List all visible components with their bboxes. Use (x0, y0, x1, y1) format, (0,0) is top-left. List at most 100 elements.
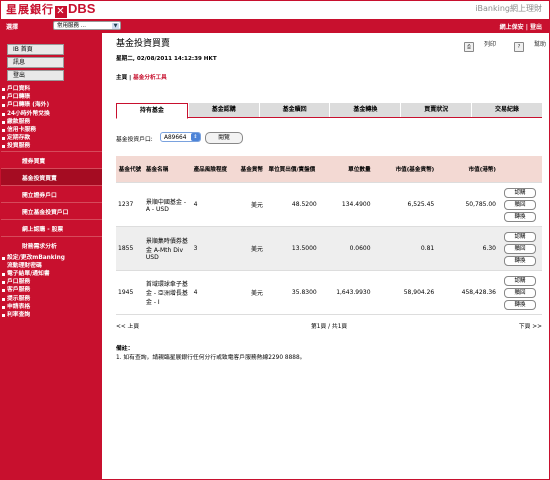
dbs-x-icon: ✕ (55, 6, 67, 18)
bullet-icon (2, 305, 5, 309)
logout-button[interactable]: 登出 (7, 70, 64, 81)
fund-risk: 4 (191, 270, 236, 315)
printer-icon: ⎙ (464, 42, 475, 52)
submenu-open-fund[interactable]: 開立基金投資戶口 (0, 202, 102, 220)
help-icon: ? (513, 42, 524, 52)
fund-price: 48.5200 (265, 182, 319, 227)
menu-item-investment[interactable]: 投資服務 (0, 142, 102, 150)
note-item: 1. 如有查詢，請親臨星展銀行任何分行或致電客戶服務熱線2290 8888。 (116, 355, 306, 361)
fund-mv-ccy: 58,904.26 (372, 270, 437, 315)
menu-item-accounts[interactable]: 戶口資料 (0, 85, 102, 93)
submenu-ipo[interactable]: 網上認購 - 股票 (0, 219, 102, 237)
submenu-open-securities[interactable]: 開立證券戶口 (0, 184, 102, 203)
submenu-fund-trading[interactable]: 基金投資買賣 (0, 167, 102, 185)
fund-units: 1,643.9930 (318, 270, 373, 315)
bullet-icon (2, 145, 5, 149)
menu-item-overseas-transfer[interactable]: 戶口轉賬 (海外) (0, 101, 102, 109)
col-price: 單位買出價/賣盤價 (265, 156, 319, 183)
menu-item-estatement[interactable]: 電子結單/通知書 (0, 270, 102, 278)
table-row: 1237 景順中國基金 - A - USD 4 美元 48.5200 134.4… (116, 182, 542, 227)
bullet-icon (2, 313, 5, 317)
col-mv-ccy: 市值(基金貨幣) (372, 156, 437, 183)
subscribe-button[interactable]: 認購 (504, 275, 536, 286)
ib-home-button[interactable]: IB 首頁 (7, 44, 64, 55)
fund-tabs: 持有基金 基金認購 基金贖回 基金轉換 買賣狀況 交易紀錄 (116, 103, 542, 119)
subscribe-button[interactable]: 認購 (504, 187, 536, 198)
menu-item-credit-card[interactable]: 信用卡服務 (0, 126, 102, 134)
left-navigation: IB 首頁 訊息 登出 戶口資料 戶口轉賬 戶口轉賬 (海外) 24小時外幣兌換… (0, 33, 102, 480)
product-name: iBanking網上理財 (475, 4, 542, 13)
datetime: 星期二, 02/08/2011 14:12:39 HKT (116, 56, 217, 62)
menu-item-fx[interactable]: 24小時外幣兌換 (0, 110, 102, 118)
app-window: 星展銀行 ✕ DBS iBanking網上理財 選擇 常用服務 ... ▼ 網上保安 … (0, 0, 550, 480)
col-risk: 產品風險程度 (191, 156, 236, 183)
fund-code: 1855 (116, 226, 144, 271)
submenu-securities[interactable]: 證券買賣 (0, 150, 102, 168)
select-label: 選擇 (6, 24, 19, 31)
redeem-button[interactable]: 贖回 (504, 199, 536, 210)
top-links[interactable]: 網上保安 | 登出 (500, 22, 542, 31)
menu-item-time-deposit[interactable]: 定期存款 (0, 134, 102, 142)
menu-item-alerts[interactable]: 提示服務 (0, 295, 102, 303)
bullet-icon (2, 137, 5, 141)
menu-item-customer-service[interactable]: 客戶服務 (0, 286, 102, 294)
account-select[interactable]: A89664 ⇕ (160, 132, 201, 142)
fund-code: 1237 (116, 182, 144, 227)
notes: 備註： 1. 如有查詢，請親臨星展銀行任何分行或致電客戶服務熱線2290 888… (116, 345, 305, 363)
fund-mv-ccy: 6,525.45 (372, 182, 437, 227)
table-header-row: 基金代號 基金名稱 產品風險程度 基金貨幣 單位買出價/賣盤價 單位數量 市值(… (116, 156, 542, 183)
breadcrumb-home[interactable]: 主頁 (116, 75, 127, 81)
view-button[interactable]: 閱覽 (205, 132, 243, 144)
menu-item-transfer[interactable]: 戶口轉賬 (0, 93, 102, 101)
next-page-link[interactable]: 下頁 >> (519, 321, 542, 330)
fund-units: 0.0600 (318, 226, 373, 271)
menu-item-rates[interactable]: 利率查詢 (0, 311, 102, 319)
print-button[interactable]: ⎙ 列印 (456, 41, 496, 52)
submenu-financial-analysis[interactable]: 財務需求分析 (0, 236, 102, 254)
page-tools: ⎙ 列印 ? 幫助 (448, 39, 546, 52)
switch-button[interactable]: 轉換 (504, 255, 536, 266)
col-actions (498, 156, 542, 183)
menu-item-mbanking-2[interactable]: 流動理財密碼 (0, 262, 102, 270)
tab-subscribe[interactable]: 基金認購 (187, 103, 259, 117)
menu-item-bill-payment[interactable]: 繳款服務 (0, 118, 102, 126)
fund-currency: 美元 (235, 270, 265, 315)
bullet-icon (2, 256, 5, 260)
quick-buttons: IB 首頁 訊息 登出 (7, 44, 64, 83)
col-mv-hkd: 市值(港幣) (436, 156, 498, 183)
tab-redeem[interactable]: 基金贖回 (258, 103, 330, 117)
menu-item-account-service[interactable]: 戶口服務 (0, 278, 102, 286)
fund-mv-hkd: 50,785.00 (436, 182, 498, 227)
table-row: 1945 首域環球傘子基金 - 亞洲增長基金 - I 4 美元 35.8300 … (116, 270, 542, 315)
side-menu: 戶口資料 戶口轉賬 戶口轉賬 (海外) 24小時外幣兌換 繳款服務 信用卡服務 … (0, 85, 102, 319)
tab-holdings[interactable]: 持有基金 (116, 103, 188, 119)
bullet-icon (2, 120, 5, 124)
notes-title: 備註： (116, 346, 134, 352)
row-actions: 認購 贖回 轉換 (498, 270, 542, 315)
tab-status[interactable]: 買賣狀況 (400, 103, 472, 117)
subscribe-button[interactable]: 認購 (504, 231, 536, 242)
holdings-table: 基金代號 基金名稱 產品風險程度 基金貨幣 單位買出價/賣盤價 單位數量 市值(… (116, 156, 542, 315)
breadcrumb: 主頁 | 基金分析工具 (116, 75, 167, 81)
redeem-button[interactable]: 贖回 (504, 243, 536, 254)
menu-item-forms[interactable]: 申請表格 (0, 303, 102, 311)
page-title: 基金投資買賣 (116, 39, 171, 49)
page-indicator: 第1頁 / 共1頁 (311, 324, 348, 330)
quick-service-select[interactable]: 常用服務 ... ▼ (53, 21, 121, 30)
fund-name: 景順集時債券基金 A-Mth Div USD (143, 226, 192, 271)
switch-button[interactable]: 轉換 (504, 299, 536, 310)
fund-name: 景順中國基金 - A - USD (143, 182, 192, 227)
help-button[interactable]: ? 幫助 (506, 41, 546, 52)
tab-history[interactable]: 交易紀錄 (471, 103, 542, 117)
menu-item-mbanking[interactable]: 設定/更改mBanking (0, 254, 102, 262)
fund-mv-hkd: 6.30 (436, 226, 498, 271)
bullet-icon (2, 96, 5, 100)
tab-switch[interactable]: 基金轉換 (329, 103, 401, 117)
switch-button[interactable]: 轉換 (504, 211, 536, 222)
col-code: 基金代號 (116, 156, 144, 183)
fund-analysis-link[interactable]: 基金分析工具 (133, 75, 167, 81)
prev-page-link[interactable]: << 上頁 (116, 321, 139, 330)
redeem-button[interactable]: 贖回 (504, 287, 536, 298)
fund-name: 首域環球傘子基金 - 亞洲增長基金 - I (143, 270, 192, 315)
messages-button[interactable]: 訊息 (7, 57, 64, 68)
